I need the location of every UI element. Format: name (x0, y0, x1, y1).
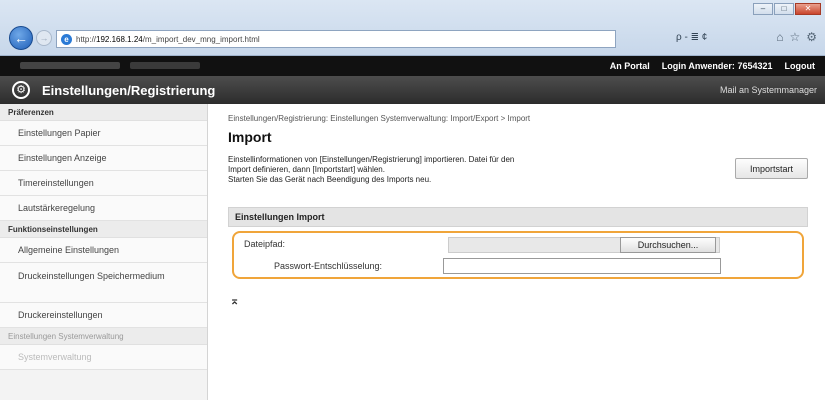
gear-icon: ⚙ (12, 81, 30, 99)
url-prefix: http:// (76, 34, 97, 44)
logout-link[interactable]: Logout (785, 61, 816, 71)
page-icon: e (61, 33, 72, 45)
minimize-button[interactable]: – (753, 3, 773, 15)
breadcrumb: Einstellungen/Registrierung: Einstellung… (228, 114, 531, 123)
sidebar-group-functions: Funktionseinstellungen (0, 221, 207, 238)
browse-button[interactable]: Durchsuchen... (620, 237, 716, 253)
portal-link[interactable]: An Portal (610, 61, 650, 71)
favorites-icon[interactable]: ☆ (789, 30, 800, 44)
blurred-device-info (130, 62, 200, 69)
description-line: Starten Sie das Gerät nach Beendigung de… (228, 175, 432, 184)
page-title: Import (228, 129, 272, 145)
address-tools[interactable]: ρ - ≣ ¢ (676, 32, 707, 43)
password-label: Passwort-Entschlüsselung: (274, 261, 383, 271)
window-controls: – □ ✕ (753, 3, 821, 15)
maximize-button[interactable]: □ (774, 3, 794, 15)
back-button[interactable]: ← (9, 26, 33, 50)
app-header: ⚙ Einstellungen/Registrierung Mail an Sy… (0, 76, 825, 104)
home-icon[interactable]: ⌂ (776, 30, 783, 44)
description-line: Einstellinformationen von [Einstellungen… (228, 155, 515, 164)
sidebar-item-display[interactable]: Einstellungen Anzeige (0, 146, 207, 171)
browser-chrome: – □ ✕ ← → e http://192.168.1.24/m_import… (0, 0, 825, 56)
close-button[interactable]: ✕ (795, 3, 821, 15)
login-info: Login Anwender: 7654321 (662, 61, 773, 71)
section-title: Einstellungen Import (228, 207, 808, 227)
file-path-label: Dateipfad: (244, 239, 286, 249)
url-path: /m_import_dev_mng_import.html (142, 34, 260, 44)
url-host: 192.168.1.24 (96, 34, 143, 44)
sidebar: Präferenzen Einstellungen Papier Einstel… (0, 104, 208, 400)
address-bar[interactable]: e http://192.168.1.24/m_import_dev_mng_i… (56, 30, 616, 48)
sidebar-item-timer[interactable]: Timereinstellungen (0, 171, 207, 196)
login-label: Login Anwender: (661, 61, 735, 71)
highlight-frame: Dateipfad: Durchsuchen... Passwort-Entsc… (232, 231, 804, 279)
description-line: Import definieren, dann [Importstart] wä… (228, 165, 385, 174)
settings-icon[interactable]: ⚙ (806, 30, 817, 44)
browser-toolbar: ⌂ ☆ ⚙ (776, 30, 817, 44)
password-input[interactable] (443, 258, 721, 274)
sidebar-item-volume[interactable]: Lautstärkeregelung (0, 196, 207, 221)
sidebar-item-printer[interactable]: Druckereinstellungen (0, 303, 207, 328)
sidebar-item-system-admin[interactable]: Systemverwaltung (0, 345, 207, 370)
blurred-device-name (20, 62, 120, 69)
import-settings-section: Einstellungen Import Dateipfad: Durchsuc… (228, 207, 808, 279)
top-bar: An Portal Login Anwender: 7654321 Logout (0, 56, 825, 76)
main-content: Einstellungen/Registrierung: Einstellung… (208, 104, 825, 400)
sidebar-item-paper[interactable]: Einstellungen Papier (0, 121, 207, 146)
mail-admin-link[interactable]: Mail an Systemmanager (720, 85, 817, 95)
description: Einstellinformationen von [Einstellungen… (228, 155, 648, 185)
back-to-top-icon[interactable]: ⌅ (230, 294, 239, 307)
sidebar-item-print-media[interactable]: Druckeinstellungen Speichermedium (0, 263, 207, 303)
login-user: 7654321 (737, 61, 773, 71)
forward-button[interactable]: → (36, 30, 52, 46)
app-title: Einstellungen/Registrierung (42, 82, 216, 98)
sidebar-group-system: Einstellungen Systemverwaltung (0, 328, 207, 345)
sidebar-item-general[interactable]: Allgemeine Einstellungen (0, 238, 207, 263)
sidebar-group-preferences: Präferenzen (0, 104, 207, 121)
import-start-button[interactable]: Importstart (735, 158, 808, 179)
